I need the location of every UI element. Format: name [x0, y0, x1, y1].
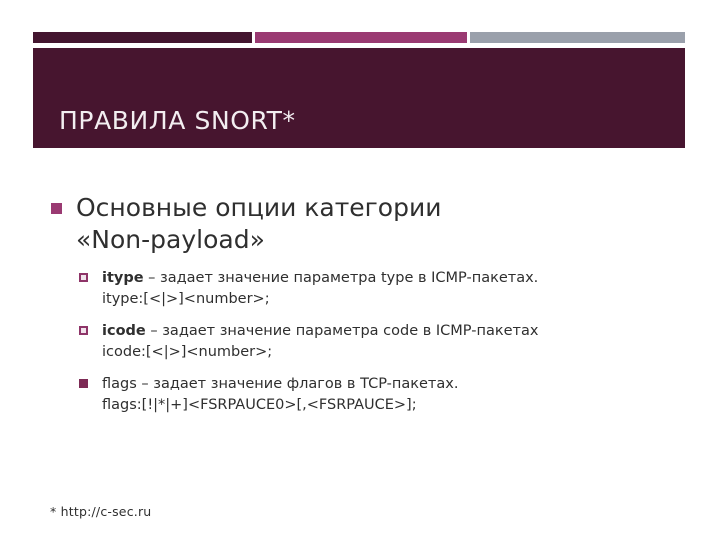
option-description-flags: – задает значение флагов в TCP-пакетах.: [136, 376, 459, 393]
page-title: ПРАВИЛА SNORT*: [59, 106, 296, 135]
option-syntax-icode: icode:[<|>]<number>;: [102, 343, 273, 360]
accent-segment-plum: [255, 32, 467, 43]
footnote: * http://c-sec.ru: [50, 504, 152, 519]
accent-segment-dark: [33, 32, 252, 43]
option-description-icode: – задает значение параметра code в ICMP-…: [145, 323, 539, 340]
square-bullet-icon: [51, 203, 62, 214]
bullet-list-level2: itype – задает значение параметра type в…: [76, 268, 680, 415]
square-outline-bullet-icon: [79, 273, 88, 282]
list-item: icode – задает значение параметра code в…: [76, 321, 680, 362]
square-bullet-icon: [79, 379, 88, 389]
slide-content: Основные опции категории «Non-payload» i…: [50, 192, 680, 429]
title-band: ПРАВИЛА SNORT*: [33, 48, 685, 148]
option-description-itype: – задает значение параметра type в ICMP-…: [143, 270, 539, 286]
list-item: flags – задает значение флагов в TCP-пак…: [76, 374, 680, 415]
list-item: itype – задает значение параметра type в…: [76, 268, 680, 309]
option-syntax-itype: itype:[<|>]<number>;: [102, 290, 270, 307]
bullet-list-level1: Основные опции категории «Non-payload» i…: [50, 192, 680, 415]
option-term-itype: itype: [102, 270, 144, 286]
bullet-level1-text: Основные опции категории: [76, 193, 442, 222]
option-syntax-flags: flags:[!|*|+]<FSRPAUCE0>[,<FSRPAUCE>];: [102, 396, 417, 413]
slide: ПРАВИЛА SNORT* Основные опции категории …: [0, 0, 720, 540]
list-item: Основные опции категории «Non-payload» i…: [50, 192, 680, 415]
option-term-flags: flags: [102, 376, 137, 393]
bullet-level1-text-second-line: «Non-payload»: [76, 225, 265, 254]
square-outline-bullet-icon: [79, 326, 88, 336]
option-term-icode: icode: [102, 323, 146, 340]
accent-segment-grey: [470, 32, 685, 43]
accent-bar: [33, 32, 685, 43]
